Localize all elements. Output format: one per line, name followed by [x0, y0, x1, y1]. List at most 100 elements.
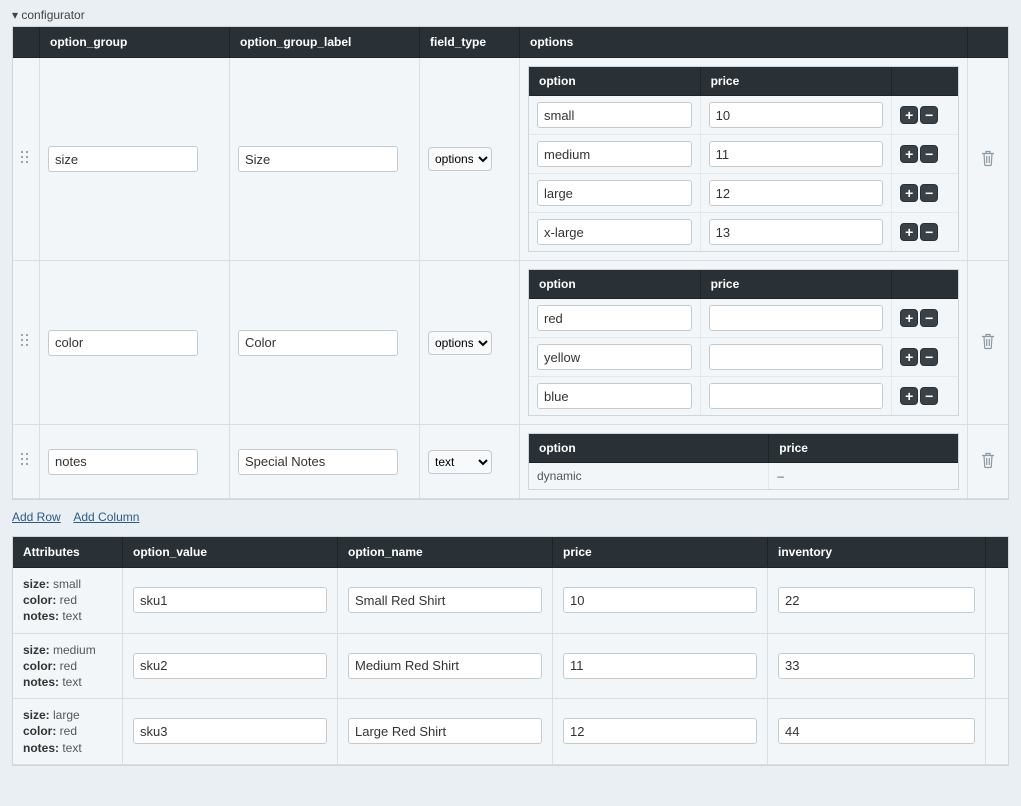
- nested-row: +−: [529, 299, 958, 338]
- col-options: options: [520, 27, 968, 58]
- col-field-type: field_type: [420, 27, 520, 58]
- nested-row: +−: [529, 338, 958, 377]
- nested-price-static: –: [769, 463, 958, 489]
- add-nested-button[interactable]: +: [900, 387, 918, 405]
- add-nested-button[interactable]: +: [900, 309, 918, 327]
- nested-row: +−: [529, 135, 958, 174]
- trash-icon[interactable]: [978, 451, 998, 471]
- table-row: optionstextoptionprice+−+−+−+−: [13, 58, 1008, 261]
- nested-col-actions: [892, 67, 958, 96]
- nested-col-option: option: [529, 270, 701, 299]
- nested-row: +−: [529, 96, 958, 135]
- remove-nested-button[interactable]: −: [920, 387, 938, 405]
- add-nested-button[interactable]: +: [900, 184, 918, 202]
- trash-icon[interactable]: [978, 149, 998, 169]
- inventory-input[interactable]: [778, 587, 975, 613]
- add-nested-button[interactable]: +: [900, 106, 918, 124]
- option-name-input[interactable]: [348, 653, 542, 679]
- section-title[interactable]: configurator: [12, 8, 1009, 22]
- add-column-link[interactable]: Add Column: [73, 510, 139, 524]
- option-name-input[interactable]: [348, 587, 542, 613]
- attributes-cell: size: smallcolor: rednotes: text: [23, 576, 112, 625]
- inventory-input[interactable]: [778, 653, 975, 679]
- nested-price-input[interactable]: [709, 305, 884, 331]
- attributes-cell: size: mediumcolor: rednotes: text: [23, 642, 112, 691]
- nested-price-input[interactable]: [709, 141, 884, 167]
- col-drag: [13, 27, 40, 58]
- drag-handle-icon[interactable]: [21, 334, 31, 348]
- table-row: optionstext optionpricedynamic–: [13, 425, 1008, 499]
- sku-price-input[interactable]: [563, 718, 757, 744]
- options-nested-table: optionpricedynamic–: [529, 434, 958, 489]
- nested-option-input[interactable]: [537, 102, 692, 128]
- add-nested-button[interactable]: +: [900, 348, 918, 366]
- remove-nested-button[interactable]: −: [920, 106, 938, 124]
- nested-col-actions: [892, 270, 958, 299]
- remove-nested-button[interactable]: −: [920, 184, 938, 202]
- col-price: price: [553, 537, 768, 568]
- nested-row: dynamic–: [529, 463, 958, 489]
- col-end: [986, 537, 1008, 568]
- options-nested-table: optionprice+−+−+−: [529, 270, 958, 415]
- nested-price-input[interactable]: [709, 102, 884, 128]
- add-nested-button[interactable]: +: [900, 145, 918, 163]
- option-name-input[interactable]: [348, 718, 542, 744]
- nested-col-price: price: [701, 270, 893, 299]
- remove-nested-button[interactable]: −: [920, 145, 938, 163]
- drag-handle-icon[interactable]: [21, 151, 31, 165]
- col-option-group-label: option_group_label: [230, 27, 420, 58]
- table-row: optionstextoptionprice+−+−+−: [13, 261, 1008, 425]
- add-row-link[interactable]: Add Row: [12, 510, 61, 524]
- trash-icon[interactable]: [978, 332, 998, 352]
- options-nested-table: optionprice+−+−+−+−: [529, 67, 958, 251]
- sku-table: Attributes option_value option_name pric…: [12, 536, 1009, 766]
- drag-handle-icon[interactable]: [21, 453, 31, 467]
- table-row: size: smallcolor: rednotes: text: [13, 568, 1008, 634]
- nested-option-static: dynamic: [529, 463, 769, 489]
- option-value-input[interactable]: [133, 653, 327, 679]
- option-value-input[interactable]: [133, 718, 327, 744]
- col-option-group: option_group: [40, 27, 230, 58]
- nested-option-input[interactable]: [537, 383, 692, 409]
- nested-price-input[interactable]: [709, 219, 884, 245]
- option-group-label-input[interactable]: [238, 449, 398, 475]
- sku-price-input[interactable]: [563, 587, 757, 613]
- nested-option-input[interactable]: [537, 141, 692, 167]
- option-group-input[interactable]: [48, 146, 198, 172]
- table-row: size: mediumcolor: rednotes: text: [13, 634, 1008, 700]
- nested-price-input[interactable]: [709, 180, 884, 206]
- nested-option-input[interactable]: [537, 344, 692, 370]
- nested-col-option: option: [529, 434, 769, 463]
- nested-col-price: price: [701, 67, 893, 96]
- nested-option-input[interactable]: [537, 219, 692, 245]
- sku-price-input[interactable]: [563, 653, 757, 679]
- option-group-label-input[interactable]: [238, 330, 398, 356]
- col-attributes: Attributes: [13, 537, 123, 568]
- nested-price-input[interactable]: [709, 383, 884, 409]
- remove-nested-button[interactable]: −: [920, 309, 938, 327]
- nested-col-price: price: [769, 434, 958, 463]
- nested-row: +−: [529, 213, 958, 251]
- field-type-select[interactable]: optionstext: [428, 147, 492, 171]
- col-inventory: inventory: [768, 537, 986, 568]
- nested-col-option: option: [529, 67, 701, 96]
- configurator-table: option_group option_group_label field_ty…: [12, 26, 1009, 500]
- option-value-input[interactable]: [133, 587, 327, 613]
- option-group-input[interactable]: [48, 449, 198, 475]
- attributes-cell: size: largecolor: rednotes: text: [23, 707, 112, 756]
- field-type-select[interactable]: optionstext: [428, 331, 492, 355]
- nested-option-input[interactable]: [537, 305, 692, 331]
- col-option-name: option_name: [338, 537, 553, 568]
- nested-row: +−: [529, 377, 958, 415]
- option-group-input[interactable]: [48, 330, 198, 356]
- nested-row: +−: [529, 174, 958, 213]
- option-group-label-input[interactable]: [238, 146, 398, 172]
- col-delete: [968, 27, 1008, 58]
- field-type-select[interactable]: optionstext: [428, 450, 492, 474]
- nested-option-input[interactable]: [537, 180, 692, 206]
- nested-price-input[interactable]: [709, 344, 884, 370]
- remove-nested-button[interactable]: −: [920, 348, 938, 366]
- inventory-input[interactable]: [778, 718, 975, 744]
- add-nested-button[interactable]: +: [900, 223, 918, 241]
- remove-nested-button[interactable]: −: [920, 223, 938, 241]
